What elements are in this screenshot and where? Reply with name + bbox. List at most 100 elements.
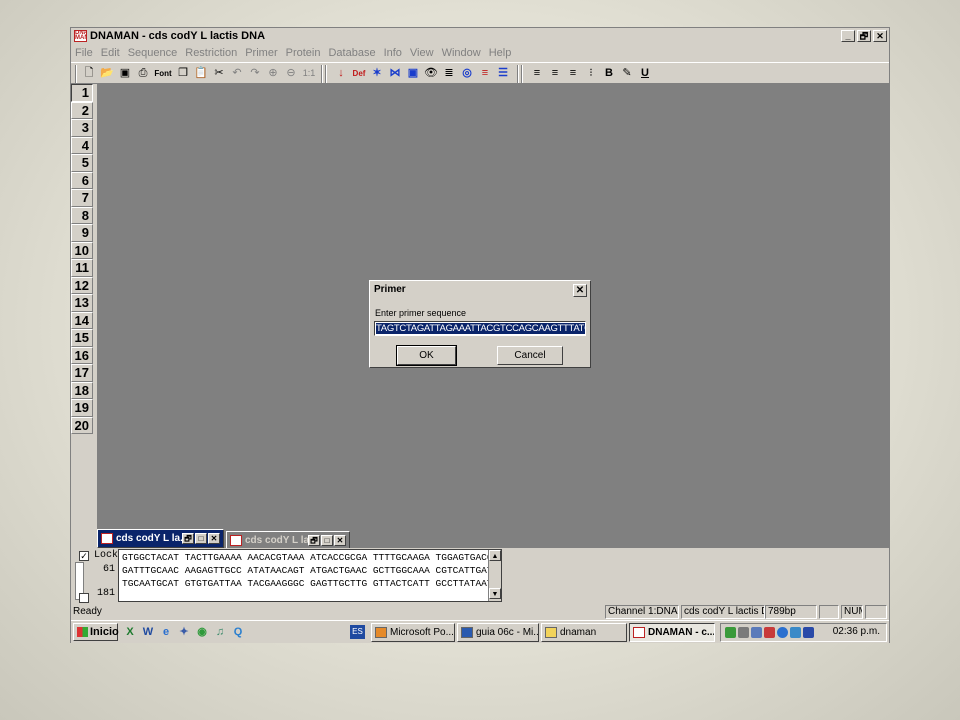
line-number-button[interactable]: 9 bbox=[71, 224, 93, 242]
line-number-button[interactable]: 16 bbox=[71, 346, 93, 364]
language-indicator[interactable]: ES bbox=[350, 625, 365, 639]
line-number-button[interactable]: 2 bbox=[71, 101, 93, 119]
restore-button[interactable]: 🗗 bbox=[857, 30, 871, 42]
italic-pen-icon[interactable]: ✎ bbox=[619, 66, 635, 81]
sequence-scrollbar[interactable]: ▲ ▼ bbox=[488, 550, 501, 601]
tray-icon[interactable] bbox=[764, 627, 775, 638]
excel-icon[interactable]: X bbox=[123, 625, 137, 639]
media-icon[interactable]: ✦ bbox=[177, 625, 191, 639]
line-number-button[interactable]: 10 bbox=[71, 241, 93, 259]
cancel-button[interactable]: Cancel bbox=[497, 346, 563, 365]
font-button[interactable]: Font bbox=[153, 66, 173, 81]
restore-icon[interactable]: 🗗 bbox=[182, 533, 194, 544]
menu-primer[interactable]: Primer bbox=[245, 47, 277, 59]
line-number-button[interactable]: 17 bbox=[71, 364, 93, 382]
dialog-title-bar[interactable]: Primer ✕ bbox=[372, 283, 588, 298]
tray-icon[interactable] bbox=[803, 627, 814, 638]
lock-checkbox[interactable]: ✓ bbox=[79, 551, 89, 561]
tray-icon[interactable] bbox=[777, 627, 788, 638]
close-button[interactable]: ✕ bbox=[873, 30, 887, 42]
scroll-up-arrow-icon[interactable]: ▲ bbox=[489, 550, 501, 561]
word-icon[interactable]: W bbox=[141, 625, 155, 639]
line-number-button[interactable]: 5 bbox=[71, 154, 93, 172]
toolbar-grip[interactable] bbox=[75, 65, 77, 83]
minimized-document-window[interactable]: cds codY L la... 🗗 □ ✕ bbox=[97, 529, 224, 548]
primer-sequence-input[interactable]: TAGTCTAGATTAGAAATTACGTCCAGCAAGTTTATC bbox=[374, 321, 586, 336]
new-file-icon[interactable]: 🗋 bbox=[81, 66, 97, 81]
line-number-button[interactable]: 6 bbox=[71, 171, 93, 189]
menu-sequence[interactable]: Sequence bbox=[128, 47, 178, 59]
print-icon[interactable]: ⎙ bbox=[135, 66, 151, 81]
menu-view[interactable]: View bbox=[410, 47, 434, 59]
tray-icon[interactable] bbox=[751, 627, 762, 638]
line-number-button[interactable]: 4 bbox=[71, 136, 93, 154]
line-number-button[interactable]: 20 bbox=[71, 416, 93, 434]
translate-icon[interactable]: ⋈ bbox=[387, 66, 403, 81]
circle-map-icon[interactable]: ◎ bbox=[459, 66, 475, 81]
align-left-icon[interactable]: ≡ bbox=[529, 66, 545, 81]
menu-database[interactable]: Database bbox=[328, 47, 375, 59]
quicktime-icon[interactable]: Q bbox=[231, 625, 245, 639]
zoom-in-icon[interactable]: ⊕ bbox=[265, 66, 281, 81]
menu-edit[interactable]: Edit bbox=[101, 47, 120, 59]
line-number-button[interactable]: 7 bbox=[71, 189, 93, 207]
ie-icon[interactable]: e bbox=[159, 625, 173, 639]
close-icon[interactable]: ✕ bbox=[208, 533, 220, 544]
line-number-button[interactable]: 11 bbox=[71, 259, 93, 277]
start-button[interactable]: Inicio bbox=[73, 623, 119, 641]
tray-icon[interactable] bbox=[738, 627, 749, 638]
task-word[interactable]: guia 06c - Mi... bbox=[457, 623, 539, 642]
toolbar-grip-2[interactable] bbox=[325, 65, 327, 83]
menu-file[interactable]: File bbox=[75, 47, 93, 59]
minimize-button[interactable]: _ bbox=[841, 30, 855, 42]
media-player-icon[interactable]: ◉ bbox=[195, 625, 209, 639]
copy-icon[interactable]: ❐ bbox=[175, 66, 191, 81]
music-icon[interactable]: ♫ bbox=[213, 625, 227, 639]
define-button[interactable]: Def bbox=[351, 66, 367, 81]
list-icon[interactable]: ≣ bbox=[441, 66, 457, 81]
tray-icon[interactable] bbox=[790, 627, 801, 638]
line-number-button[interactable]: 14 bbox=[71, 311, 93, 329]
line-number-button[interactable]: 1 bbox=[71, 84, 93, 102]
title-bar[interactable]: DNA MAN DNAMAN - cds codY L lactis DNA _… bbox=[71, 28, 889, 45]
line-number-button[interactable]: 13 bbox=[71, 294, 93, 312]
bold-button[interactable]: B bbox=[601, 66, 617, 81]
line-number-button[interactable]: 3 bbox=[71, 119, 93, 137]
line-number-button[interactable]: 12 bbox=[71, 276, 93, 294]
maximize-icon[interactable]: □ bbox=[321, 535, 333, 546]
close-icon[interactable]: ✕ bbox=[334, 535, 346, 546]
open-folder-icon[interactable]: 📂 bbox=[99, 66, 115, 81]
line-number-button[interactable]: 8 bbox=[71, 206, 93, 224]
line-number-button[interactable]: 18 bbox=[71, 381, 93, 399]
menu-protein[interactable]: Protein bbox=[286, 47, 321, 59]
redo-icon[interactable]: ↷ bbox=[247, 66, 263, 81]
menu-info[interactable]: Info bbox=[384, 47, 402, 59]
zoom-reset-button[interactable]: 1:1 bbox=[301, 66, 317, 81]
enzyme-icon[interactable]: ↓ bbox=[333, 66, 349, 81]
align-center-icon[interactable]: ≡ bbox=[547, 66, 563, 81]
sequence-text-area[interactable]: GTGGCTACAT TACTTGAAAA AACACGTAAA ATCACCG… bbox=[118, 549, 502, 602]
undo-icon[interactable]: ↶ bbox=[229, 66, 245, 81]
dnaman-app-icon[interactable]: DNA MAN bbox=[74, 30, 87, 42]
paste-icon[interactable]: 📋 bbox=[193, 66, 209, 81]
homology-icon[interactable]: ▣ bbox=[405, 66, 421, 81]
line-number-button[interactable]: 15 bbox=[71, 329, 93, 347]
maximize-icon[interactable]: □ bbox=[195, 533, 207, 544]
scroll-down-arrow-icon[interactable]: ▼ bbox=[489, 588, 501, 599]
task-powerpoint[interactable]: Microsoft Po... bbox=[371, 623, 455, 642]
line-number-button[interactable]: 19 bbox=[71, 399, 93, 417]
dialog-close-icon[interactable]: ✕ bbox=[573, 284, 587, 297]
restore-icon[interactable]: 🗗 bbox=[308, 535, 320, 546]
ok-button[interactable]: OK bbox=[396, 345, 457, 366]
find-binoculars-icon[interactable]: 👁 bbox=[423, 66, 439, 81]
menu-window[interactable]: Window bbox=[442, 47, 481, 59]
scroll-track[interactable] bbox=[489, 561, 501, 588]
restriction-map-icon[interactable]: ≡ bbox=[477, 66, 493, 81]
row-checkbox[interactable] bbox=[79, 593, 89, 603]
menu-help[interactable]: Help bbox=[489, 47, 512, 59]
alignment-icon[interactable]: ☰ bbox=[495, 66, 511, 81]
cut-icon[interactable]: ✂ bbox=[211, 66, 227, 81]
toolbar-grip-3[interactable] bbox=[521, 65, 523, 83]
task-folder[interactable]: dnaman bbox=[541, 623, 627, 642]
save-icon[interactable]: ▣ bbox=[117, 66, 133, 81]
